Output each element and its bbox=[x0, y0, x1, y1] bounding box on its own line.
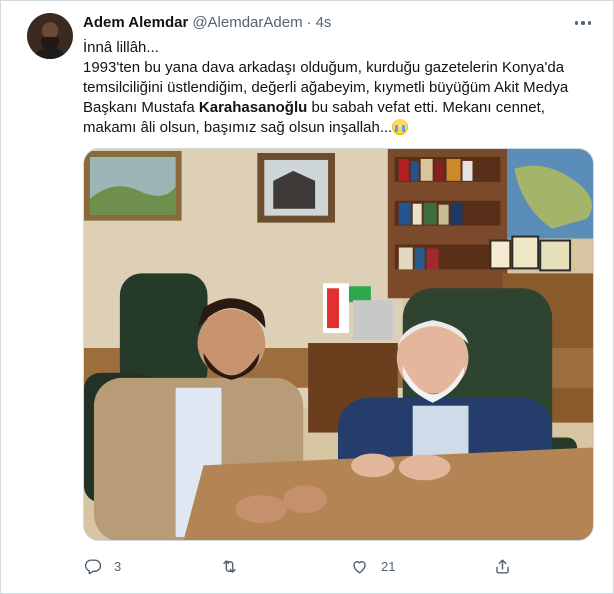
more-options-icon[interactable] bbox=[573, 15, 594, 31]
book bbox=[450, 202, 463, 225]
share-icon bbox=[496, 558, 509, 574]
avatar-shoulders bbox=[32, 47, 68, 59]
tweet-photo[interactable] bbox=[83, 148, 594, 541]
book bbox=[398, 247, 413, 270]
author-handle[interactable]: @AlemdarAdem bbox=[192, 13, 302, 33]
small-frame bbox=[539, 239, 572, 272]
like-button[interactable]: 21 bbox=[350, 557, 395, 576]
book bbox=[446, 158, 461, 181]
small-frame bbox=[511, 235, 540, 270]
tweet-text: İnnâ lillâh... 1993'ten bu yana dava ark… bbox=[83, 38, 593, 138]
flag-green bbox=[348, 286, 371, 303]
small-frame bbox=[489, 239, 512, 270]
share-button[interactable] bbox=[493, 557, 512, 576]
loudly-crying-face-icon bbox=[392, 119, 409, 135]
reply-button[interactable]: 3 bbox=[83, 557, 121, 576]
book bbox=[462, 160, 473, 181]
tweet-body-bold: Karahasanoğlu bbox=[198, 99, 308, 116]
tweet-actions: 3 21 bbox=[83, 554, 523, 578]
hand bbox=[283, 485, 328, 514]
more-dot bbox=[587, 21, 591, 25]
more-dot bbox=[581, 21, 585, 25]
book bbox=[398, 202, 411, 225]
book bbox=[426, 248, 439, 270]
photo-illustration bbox=[84, 149, 593, 540]
hand bbox=[350, 453, 395, 478]
avatar[interactable] bbox=[27, 13, 73, 59]
header-separator: · bbox=[306, 14, 312, 31]
book bbox=[423, 202, 437, 225]
man-left-face bbox=[197, 309, 266, 377]
tweet-line-1: İnnâ lillâh... bbox=[83, 39, 159, 56]
flag-red bbox=[327, 288, 339, 329]
retweet-icon bbox=[223, 559, 236, 573]
reply-count: 3 bbox=[114, 558, 122, 574]
reply-icon bbox=[84, 558, 102, 574]
book bbox=[398, 158, 409, 181]
like-count: 21 bbox=[381, 558, 396, 574]
book bbox=[414, 247, 425, 270]
tweet-body: 1993'ten bu yana dava arkadaşı olduğum, … bbox=[83, 58, 593, 138]
desk-items bbox=[352, 300, 393, 341]
retweet-button[interactable] bbox=[220, 557, 251, 576]
like-icon bbox=[353, 560, 366, 574]
book bbox=[438, 204, 449, 225]
tweet-header: Adem Alemdar @AlemdarAdem · 4s bbox=[83, 13, 331, 33]
hand bbox=[398, 454, 451, 481]
book bbox=[434, 160, 444, 181]
tweet-card[interactable]: Adem Alemdar @AlemdarAdem · 4s İnnâ lill… bbox=[0, 0, 614, 594]
tweet-timestamp[interactable]: 4s bbox=[316, 13, 332, 33]
book bbox=[420, 158, 433, 181]
more-dot bbox=[574, 21, 578, 25]
author-name[interactable]: Adem Alemdar bbox=[83, 13, 188, 33]
book bbox=[410, 160, 419, 181]
hand bbox=[235, 495, 288, 524]
book bbox=[412, 203, 422, 225]
